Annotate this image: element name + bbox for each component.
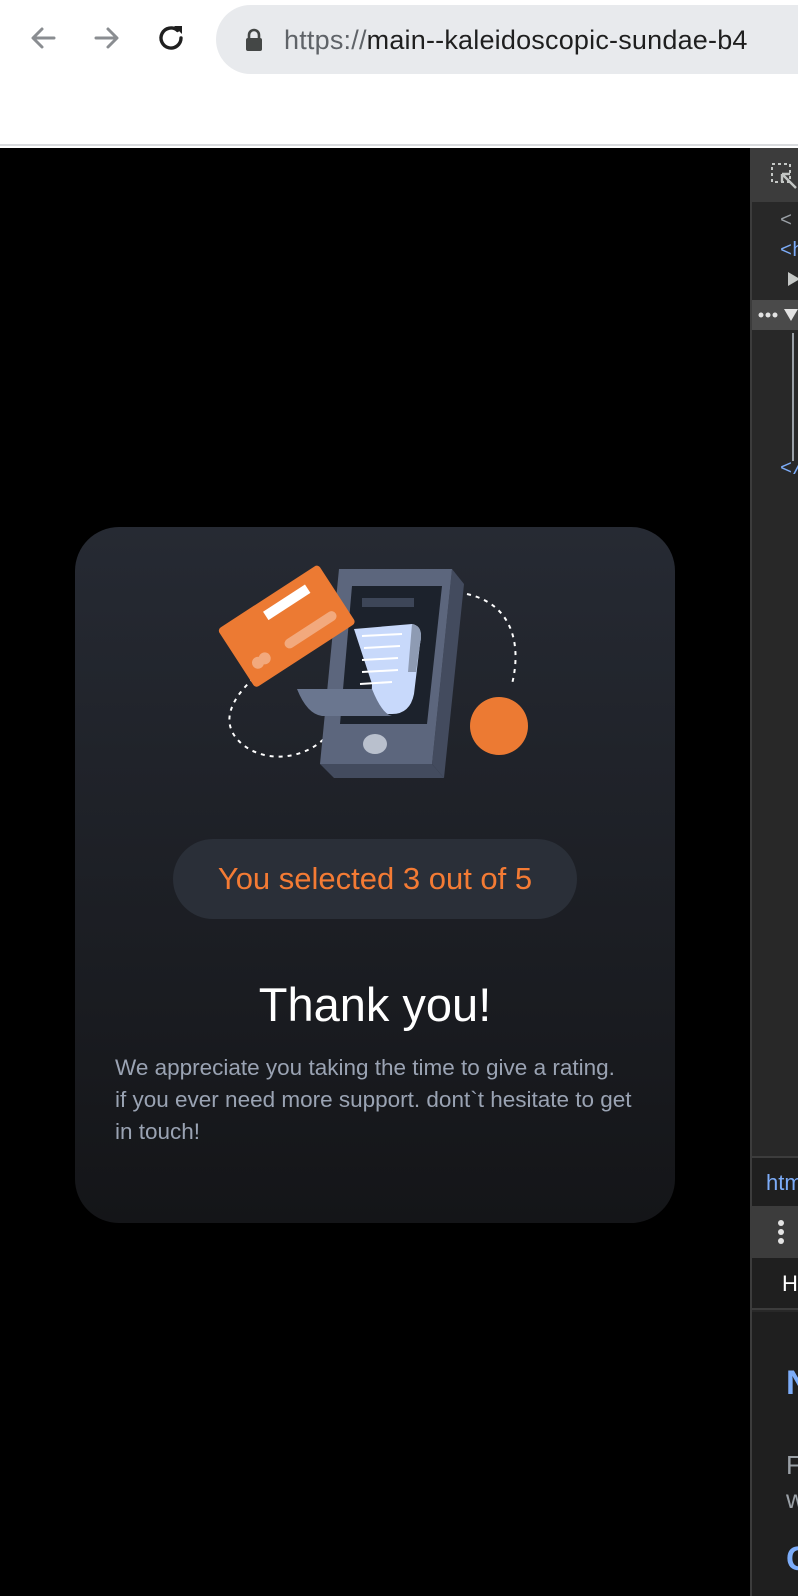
devtools-drawer-content: N F w C (752, 1312, 798, 1596)
breadcrumb-item[interactable]: htm (766, 1170, 798, 1196)
arrow-left-icon (31, 27, 56, 49)
devtools-selected-row[interactable] (752, 300, 798, 330)
page-viewport: You selected 3 out of 5 Thank you! We ap… (0, 148, 750, 1596)
address-bar[interactable]: https://main--kaleidoscopic-sundae-b4 (216, 5, 798, 74)
reload-button[interactable] (152, 18, 192, 58)
devtools-drawer-toolbar (752, 1206, 798, 1258)
devtools-panel: < <h </ htm H N F w C (750, 148, 798, 1596)
inspect-element-icon[interactable] (770, 162, 798, 190)
expand-triangle-icon[interactable] (788, 272, 798, 286)
drawer-link[interactable]: C (786, 1540, 798, 1579)
thank-you-card: You selected 3 out of 5 Thank you! We ap… (75, 527, 675, 1223)
back-button[interactable] (23, 18, 63, 58)
devtools-breadcrumb: htm (752, 1156, 798, 1206)
thank-you-heading: Thank you! (258, 978, 492, 1031)
description-line-1: We appreciate you taking the time to giv… (115, 1055, 615, 1080)
arrow-right-icon (94, 27, 119, 49)
drawer-heading: N (786, 1364, 798, 1403)
devtools-dom-line[interactable]: < (780, 210, 792, 233)
collapse-triangle-icon (784, 309, 798, 321)
drawer-text: w (786, 1484, 798, 1515)
more-dots-icon (758, 312, 778, 318)
browser-toolbar: https://main--kaleidoscopic-sundae-b4 (0, 0, 798, 146)
drawer-text: F (786, 1450, 798, 1481)
selected-rating-badge: You selected 3 out of 5 (173, 839, 577, 919)
devtools-drawer-tabs: H (752, 1258, 798, 1310)
url-host: main--kaleidoscopic-sundae-b4 (366, 25, 748, 55)
devtools-tab[interactable]: H (782, 1271, 798, 1297)
devtools-dom-line[interactable]: <h (780, 240, 798, 263)
devtools-toolbar (752, 148, 798, 202)
devtools-dom-line[interactable]: </ (780, 458, 798, 481)
kebab-menu-icon[interactable] (778, 1220, 784, 1244)
reload-icon (159, 26, 183, 50)
payment-receipt-illustration (218, 565, 528, 778)
url-scheme: https:// (284, 25, 367, 55)
thank-you-description: We appreciate you taking the time to giv… (115, 1052, 645, 1148)
lock-icon (246, 28, 262, 51)
url-text: https://main--kaleidoscopic-sundae-b4 (284, 25, 748, 56)
description-line-2: if you ever need more support. dont`t he… (115, 1087, 632, 1144)
devtools-indent-guide (792, 333, 794, 461)
forward-button[interactable] (87, 18, 127, 58)
